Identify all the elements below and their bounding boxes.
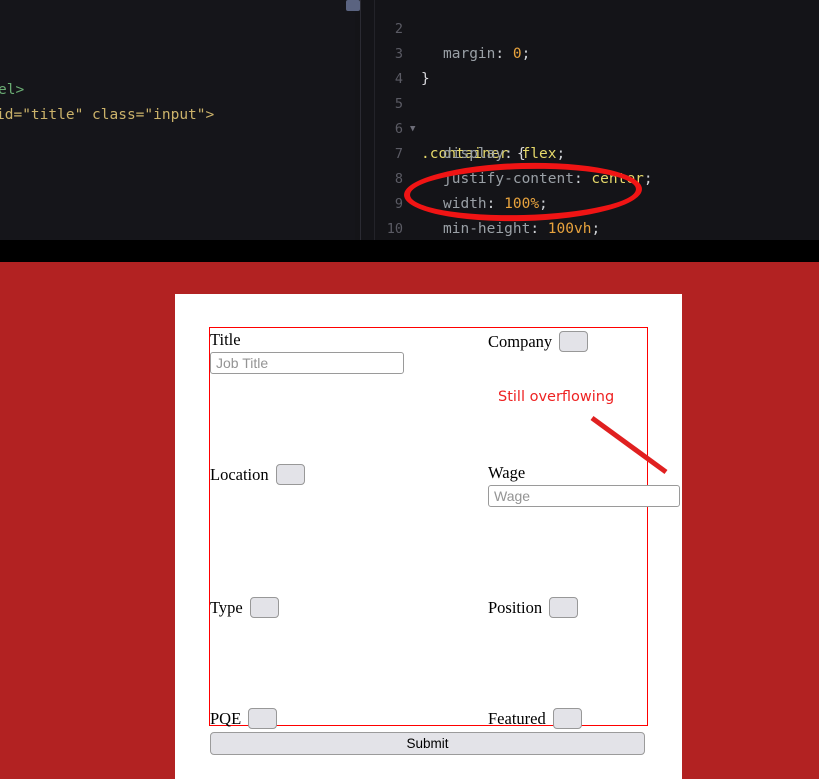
colon-punct: : <box>504 146 522 162</box>
field-position: Position <box>488 597 579 618</box>
css-value: flex <box>521 146 557 162</box>
code-row: 2 margin: 0; <box>361 0 530 62</box>
position-select[interactable] <box>549 597 579 618</box>
field-wage: Wage <box>488 463 680 507</box>
title-input[interactable] <box>210 352 404 374</box>
overflow-annotation-text: Still overflowing <box>498 389 615 405</box>
css-property: display <box>443 146 505 162</box>
black-separator-band <box>0 240 819 262</box>
css-value: 100vh <box>547 221 592 237</box>
css-value: 0 <box>512 46 522 62</box>
code-row: 7 justify-content: center; <box>361 117 653 187</box>
field-title: Title <box>210 330 404 374</box>
featured-select[interactable] <box>552 708 582 729</box>
submit-button[interactable]: Submit <box>210 732 645 755</box>
wage-input[interactable] <box>488 485 680 507</box>
field-label-wage: Wage <box>488 463 526 482</box>
code-row: 3 } <box>361 17 430 87</box>
semicolon-punct: ; <box>556 146 566 162</box>
field-label-title: Title <box>210 330 241 349</box>
semicolon-punct: ; <box>591 221 601 237</box>
colon-punct: : <box>495 46 513 62</box>
code-row: 6 display: flex; <box>361 92 565 162</box>
rendered-page-background: Title Company Location Wage Type Positio… <box>0 262 819 779</box>
colon-punct: : <box>530 221 548 237</box>
field-label-type: Type <box>210 598 243 617</box>
css-property: margin <box>443 46 496 62</box>
form-overflow-box <box>209 327 648 726</box>
field-company: Company <box>488 331 589 352</box>
field-label-company: Company <box>488 332 553 351</box>
pqe-select[interactable] <box>248 708 278 729</box>
code-editor: el> id="title" class="input"> 2 margin: … <box>0 0 819 240</box>
semicolon-punct: ; <box>521 46 531 62</box>
semicolon-punct: ; <box>643 171 653 187</box>
field-label-location: Location <box>210 465 269 484</box>
location-select[interactable] <box>275 464 305 485</box>
css-brace: } <box>421 71 430 87</box>
form-card: Title Company Location Wage Type Positio… <box>175 294 682 779</box>
field-label-pqe: PQE <box>210 709 242 728</box>
code-row: 11 } <box>361 217 413 240</box>
field-location: Location <box>210 464 305 485</box>
field-featured: Featured <box>488 708 582 729</box>
field-label-position: Position <box>488 598 543 617</box>
field-label-featured: Featured <box>488 709 546 728</box>
type-select[interactable] <box>249 597 279 618</box>
editor-left-code-line: id="title" class="input"> <box>0 107 214 123</box>
code-row: 4 <box>361 42 413 87</box>
editor-left-code-text: id="title" class="input"> <box>0 107 215 123</box>
code-row: 5 ▼ .container { <box>361 67 526 162</box>
editor-left-code-line: el> <box>0 82 24 98</box>
field-pqe: PQE <box>210 708 278 729</box>
editor-left-code-text: el> <box>0 82 25 98</box>
css-property: min-height <box>443 221 531 237</box>
editor-scrollbar-thumb[interactable] <box>346 0 360 11</box>
company-select[interactable] <box>559 331 589 352</box>
field-type: Type <box>210 597 279 618</box>
code-row: 8 width: 100%; <box>361 142 548 212</box>
editor-left-pane[interactable]: el> id="title" class="input"> <box>0 0 355 240</box>
